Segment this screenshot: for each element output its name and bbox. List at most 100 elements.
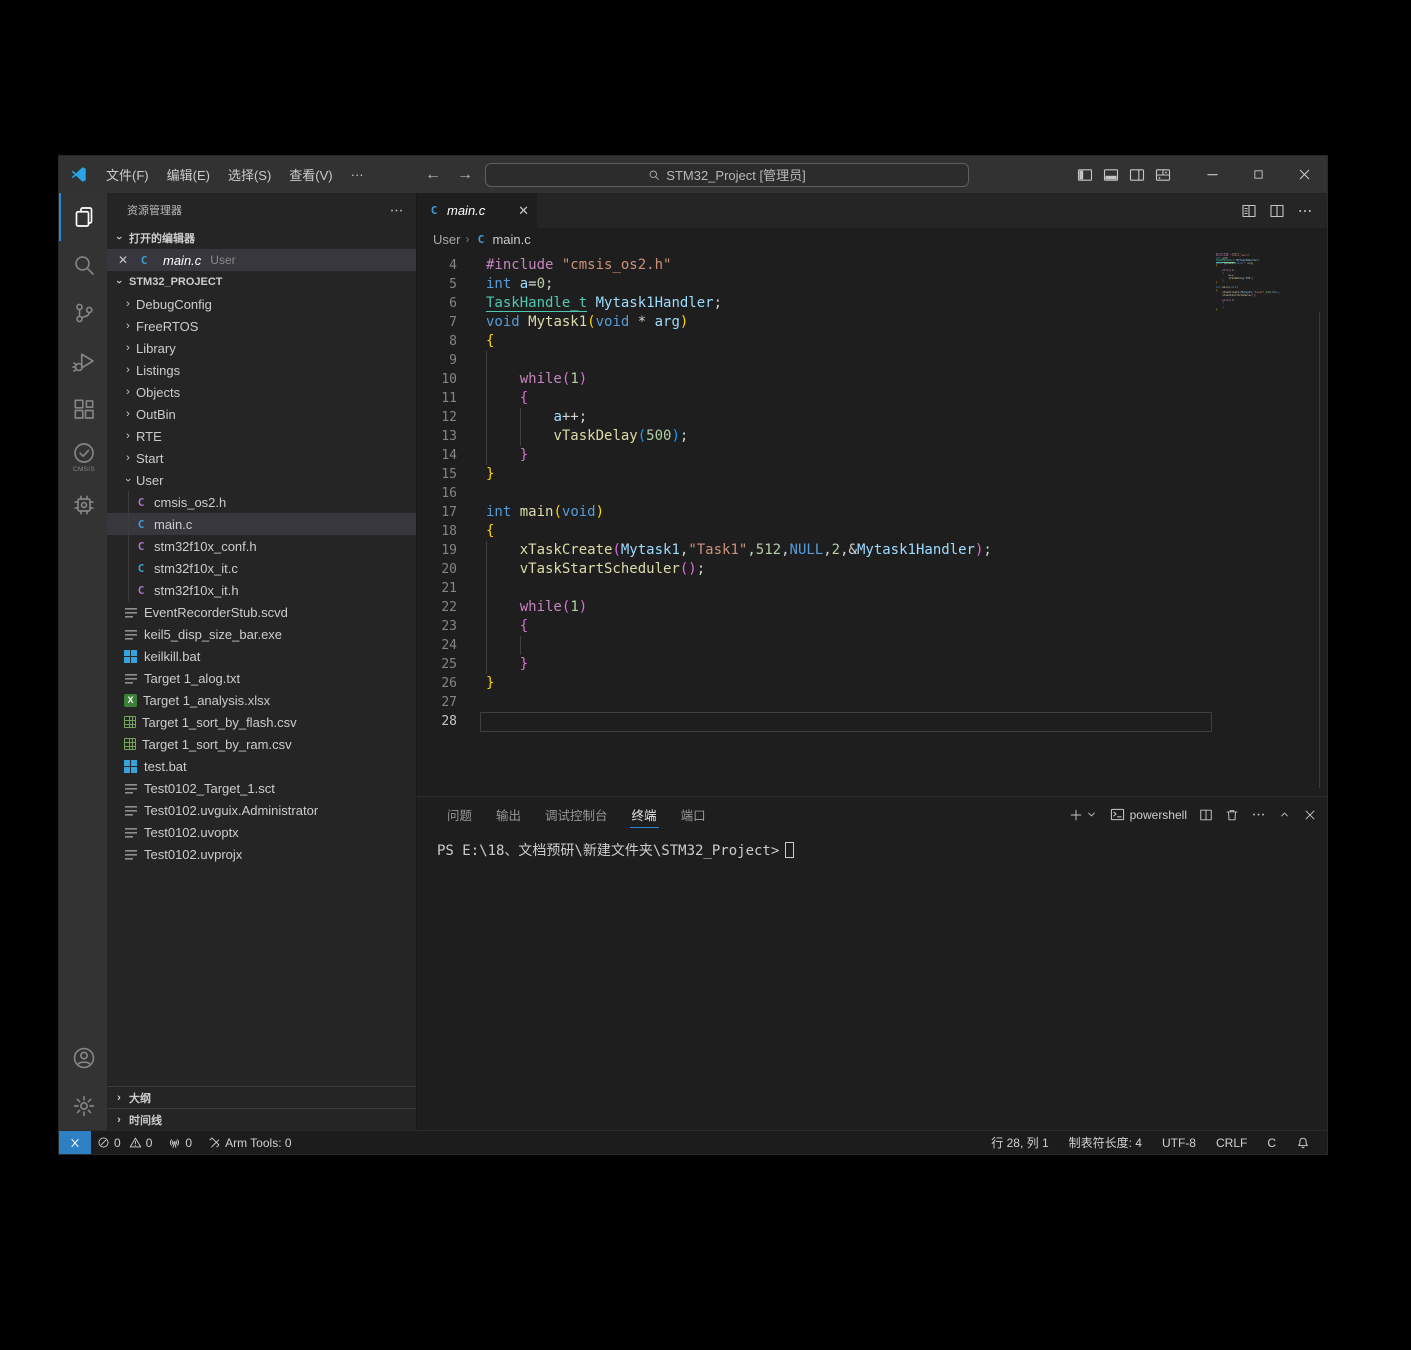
- split-terminal-icon[interactable]: [1199, 808, 1213, 822]
- code-line-10[interactable]: 10 while(1): [417, 370, 1327, 389]
- toggle-panel-icon[interactable]: [1103, 167, 1119, 183]
- ports-status[interactable]: 0: [162, 1131, 202, 1154]
- code-line-20[interactable]: 20 vTaskStartScheduler();: [417, 560, 1327, 579]
- tree-item-debugconfig[interactable]: ›DebugConfig: [107, 293, 416, 315]
- menu-item[interactable]: 文件(F): [97, 161, 158, 188]
- terminal-dropdown-icon[interactable]: [1085, 808, 1098, 821]
- activity-source-control-icon[interactable]: [59, 289, 107, 337]
- code-line-12[interactable]: 12 a++;: [417, 408, 1327, 427]
- code-line-22[interactable]: 22 while(1): [417, 598, 1327, 617]
- tree-item-outbin[interactable]: ›OutBin: [107, 403, 416, 425]
- menu-item[interactable]: ···: [342, 163, 373, 186]
- code-line-21[interactable]: 21: [417, 579, 1327, 598]
- activity-settings-icon[interactable]: [59, 1082, 107, 1130]
- command-center-search[interactable]: STM32_Project [管理员]: [485, 163, 969, 187]
- code-line-28[interactable]: 28: [417, 712, 1327, 731]
- menu-item[interactable]: 编辑(E): [158, 161, 219, 188]
- customize-layout-icon[interactable]: [1155, 167, 1171, 183]
- nav-forward-icon[interactable]: →: [453, 166, 477, 184]
- toggle-secondary-sidebar-icon[interactable]: [1129, 167, 1145, 183]
- close-editor-icon[interactable]: ✕: [115, 253, 131, 267]
- activity-search-icon[interactable]: [59, 241, 107, 289]
- code-line-15[interactable]: 15}: [417, 465, 1327, 484]
- explorer-more-actions-icon[interactable]: [389, 203, 404, 218]
- panel-tab-输出[interactable]: 输出: [486, 797, 531, 832]
- tree-item-stm32f10x-conf-h[interactable]: Cstm32f10x_conf.h: [107, 535, 416, 557]
- activity-run-debug-icon[interactable]: [59, 337, 107, 385]
- tree-item-main-c[interactable]: Cmain.c: [107, 513, 416, 535]
- code-line-13[interactable]: 13 vTaskDelay(500);: [417, 427, 1327, 446]
- tree-item-objects[interactable]: ›Objects: [107, 381, 416, 403]
- minimap[interactable]: #include "task.h"#include "cmsis_os2.h"i…: [1216, 253, 1280, 317]
- code-line-8[interactable]: 8{: [417, 332, 1327, 351]
- tree-item-test0102-uvguix-administrator[interactable]: Test0102.uvguix.Administrator: [107, 799, 416, 821]
- panel-tab-终端[interactable]: 终端: [622, 797, 667, 832]
- code-line-26[interactable]: 26}: [417, 674, 1327, 693]
- code-line-25[interactable]: 25 }: [417, 655, 1327, 674]
- panel-tab-问题[interactable]: 问题: [437, 797, 482, 832]
- tree-item-freertos[interactable]: ›FreeRTOS: [107, 315, 416, 337]
- terminal-instance-powershell[interactable]: powershell: [1110, 807, 1187, 822]
- code-line-6[interactable]: 6TaskHandle_t Mytask1Handler;: [417, 294, 1327, 313]
- editor-more-actions-icon[interactable]: [1297, 203, 1313, 219]
- terminal-content[interactable]: PS E:\18、文档预研\新建文件夹\STM32_Project>: [417, 832, 1327, 1130]
- tree-item-keil5-disp-size-bar-exe[interactable]: keil5_disp_size_bar.exe: [107, 623, 416, 645]
- code-line-27[interactable]: 27: [417, 693, 1327, 712]
- timeline-section[interactable]: › 时间线: [107, 1108, 416, 1130]
- panel-tab-调试控制台[interactable]: 调试控制台: [535, 797, 618, 832]
- tree-item-target-1-sort-by-ram-csv[interactable]: Target 1_sort_by_ram.csv: [107, 733, 416, 755]
- tree-item-eventrecorderstub-scvd[interactable]: EventRecorderStub.scvd: [107, 601, 416, 623]
- status-encoding[interactable]: UTF-8: [1153, 1136, 1205, 1150]
- status-indentation[interactable]: 制表符长度: 4: [1060, 1134, 1151, 1151]
- maximize-panel-icon[interactable]: [1278, 808, 1291, 821]
- tree-item-stm32f10x-it-c[interactable]: Cstm32f10x_it.c: [107, 557, 416, 579]
- status-cursor-position[interactable]: 行 28, 列 1: [982, 1134, 1057, 1151]
- tree-item-keilkill-bat[interactable]: keilkill.bat: [107, 645, 416, 667]
- code-line-14[interactable]: 14 }: [417, 446, 1327, 465]
- code-line-16[interactable]: 16: [417, 484, 1327, 503]
- breadcrumb[interactable]: User › C main.c: [417, 228, 1327, 250]
- tab-close-icon[interactable]: ✕: [518, 203, 529, 219]
- toggle-sidebar-icon[interactable]: [1077, 167, 1093, 183]
- menu-item[interactable]: 选择(S): [219, 161, 280, 188]
- open-editors-section[interactable]: › 打开的编辑器: [107, 227, 416, 249]
- tree-item-start[interactable]: ›Start: [107, 447, 416, 469]
- code-line-9[interactable]: 9: [417, 351, 1327, 370]
- code-line-7[interactable]: 7void Mytask1(void * arg): [417, 313, 1327, 332]
- code-line-11[interactable]: 11 {: [417, 389, 1327, 408]
- arm-tools-status[interactable]: Arm Tools: 0: [202, 1131, 297, 1154]
- tree-item-target-1-analysis-xlsx[interactable]: XTarget 1_analysis.xlsx: [107, 689, 416, 711]
- open-editor-main-c[interactable]: ✕ C main.c User: [107, 249, 416, 271]
- status-language-mode[interactable]: C: [1258, 1136, 1285, 1150]
- tree-item-test0102-uvprojx[interactable]: Test0102.uvprojx: [107, 843, 416, 865]
- activity-account-icon[interactable]: [59, 1034, 107, 1082]
- notifications-bell-icon[interactable]: [1287, 1136, 1319, 1150]
- menu-item[interactable]: 查看(V): [280, 161, 341, 188]
- code-line-17[interactable]: 17int main(void): [417, 503, 1327, 522]
- project-section-header[interactable]: › STM32_PROJECT: [107, 271, 416, 293]
- problems-status[interactable]: 0 0: [91, 1131, 162, 1154]
- tree-item-test-bat[interactable]: test.bat: [107, 755, 416, 777]
- minimize-button[interactable]: [1189, 156, 1235, 193]
- activity-explorer-icon[interactable]: [59, 193, 107, 241]
- code-line-5[interactable]: 5int a=0;: [417, 275, 1327, 294]
- activity-extensions-icon[interactable]: [59, 385, 107, 433]
- tree-item-cmsis-os2-h[interactable]: Ccmsis_os2.h: [107, 491, 416, 513]
- code-line-24[interactable]: 24: [417, 636, 1327, 655]
- code-line-18[interactable]: 18{: [417, 522, 1327, 541]
- tree-item-stm32f10x-it-h[interactable]: Cstm32f10x_it.h: [107, 579, 416, 601]
- panel-tab-端口[interactable]: 端口: [671, 797, 716, 832]
- tab-main-c[interactable]: C main.c ✕: [417, 193, 538, 228]
- maximize-button[interactable]: [1235, 156, 1281, 193]
- tree-item-library[interactable]: ›Library: [107, 337, 416, 359]
- close-panel-icon[interactable]: [1303, 808, 1317, 822]
- code-editor[interactable]: 3#include "task.h"4#include "cmsis_os2.h…: [417, 250, 1327, 796]
- status-eol[interactable]: CRLF: [1207, 1136, 1256, 1150]
- tree-item-target-1-sort-by-flash-csv[interactable]: Target 1_sort_by_flash.csv: [107, 711, 416, 733]
- panel-more-actions-icon[interactable]: [1251, 807, 1266, 822]
- split-editor-icon[interactable]: [1269, 203, 1285, 219]
- tree-item-rte[interactable]: ›RTE: [107, 425, 416, 447]
- code-line-23[interactable]: 23 {: [417, 617, 1327, 636]
- outline-section[interactable]: › 大纲: [107, 1086, 416, 1108]
- open-changes-icon[interactable]: [1241, 203, 1257, 219]
